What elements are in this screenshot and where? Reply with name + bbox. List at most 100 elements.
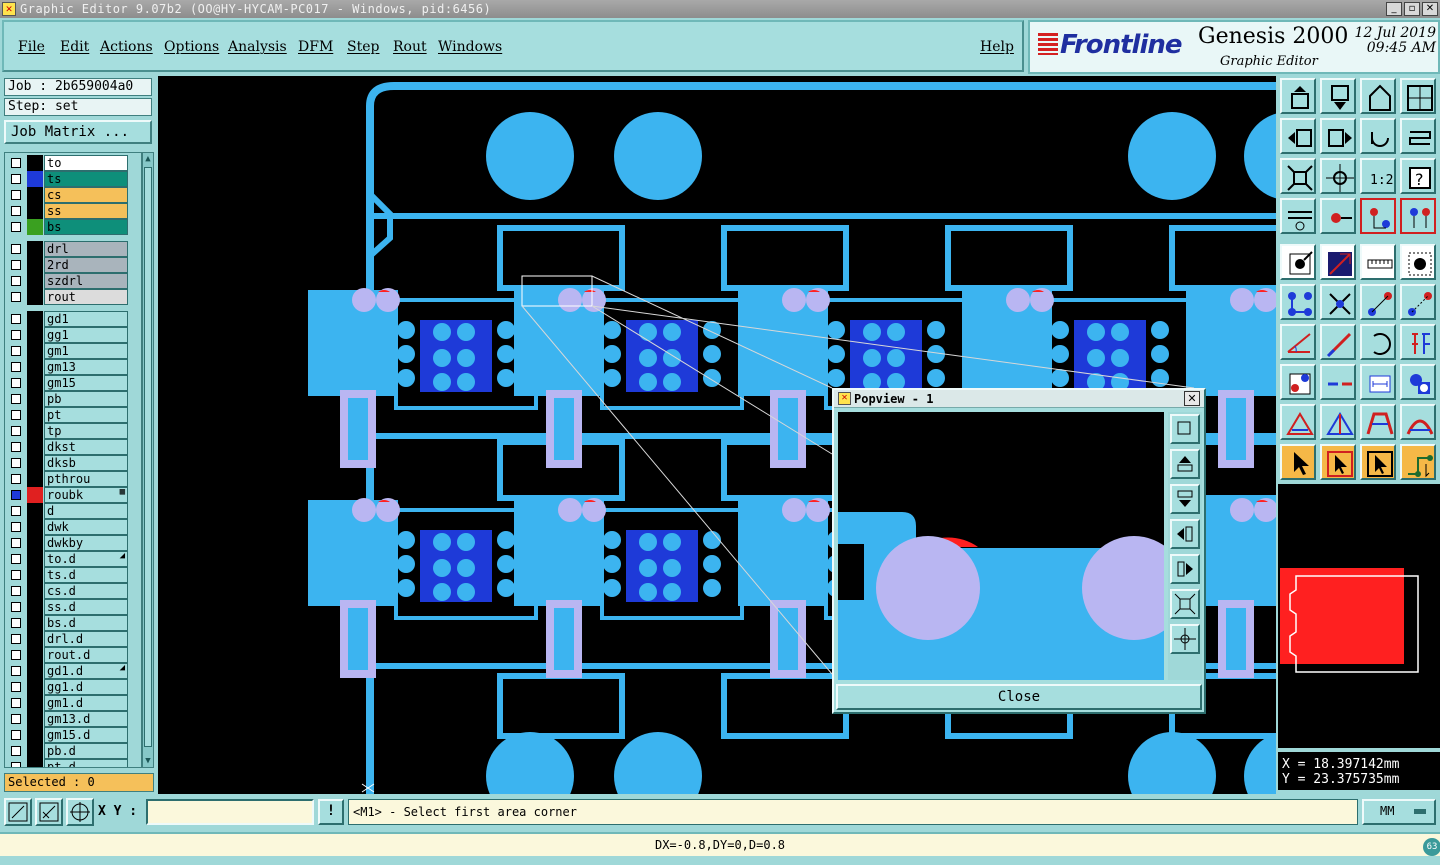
popview-titlebar[interactable]: ✕ Popview - 1 ✕ <box>834 390 1204 408</box>
layer-row-pt[interactable]: pt <box>7 407 128 423</box>
layer-color-swatch[interactable] <box>27 187 43 203</box>
layer-name[interactable]: tp <box>44 423 128 439</box>
layer-checkbox[interactable] <box>11 618 21 628</box>
layer-row-pthrou[interactable]: pthrou <box>7 471 128 487</box>
group-icon[interactable] <box>1400 364 1436 400</box>
settings-tools-icon[interactable] <box>1280 198 1316 234</box>
layer-row-2rd[interactable]: 2rd <box>7 257 128 273</box>
menu-edit[interactable]: Edit <box>60 39 89 55</box>
layer-checkbox[interactable] <box>11 394 21 404</box>
layer-row-bs[interactable]: bs <box>7 219 128 235</box>
menu-windows[interactable]: Windows <box>438 39 502 55</box>
layer-name[interactable]: dkst <box>44 439 128 455</box>
layer-color-swatch[interactable] <box>27 289 43 305</box>
warning-button[interactable]: ! <box>318 799 344 825</box>
layer-checkbox[interactable] <box>11 474 21 484</box>
zoom-fit-icon[interactable] <box>1280 158 1316 194</box>
layer-checkbox[interactable] <box>11 174 21 184</box>
layer-row-ts[interactable]: ts <box>7 171 128 187</box>
layer-checkbox[interactable] <box>11 570 21 580</box>
pad-add-icon[interactable] <box>1280 244 1316 280</box>
layer-row-rout[interactable]: rout <box>7 289 128 305</box>
layer-color-swatch[interactable] <box>27 647 43 663</box>
layer-color-swatch[interactable] <box>27 599 43 615</box>
layer-row-dwkby[interactable]: dwkby <box>7 535 128 551</box>
layer-scrollbar[interactable]: ▲ ▼ <box>142 152 154 768</box>
line-draw-icon[interactable] <box>1320 324 1356 360</box>
layer-color-swatch[interactable] <box>27 503 43 519</box>
connect-2-icon[interactable] <box>1400 284 1436 320</box>
layer-name[interactable]: gd1.d <box>44 663 128 679</box>
layer-row-gg1-d[interactable]: gg1.d <box>7 679 128 695</box>
layer-row-to-d[interactable]: to.d ◢ <box>7 551 128 567</box>
layer-checkbox[interactable] <box>11 410 21 420</box>
layer-name[interactable]: to.d <box>44 551 128 567</box>
pan-left-icon[interactable] <box>1280 118 1316 154</box>
xy-input[interactable] <box>146 799 314 825</box>
layer-checkbox[interactable] <box>11 522 21 532</box>
layer-checkbox[interactable] <box>11 554 21 564</box>
layer-name[interactable]: ss <box>44 203 128 219</box>
pointer-box-2-icon[interactable] <box>1360 444 1396 480</box>
popview-pan-right-icon[interactable] <box>1170 554 1200 584</box>
layer-name[interactable]: gm15 <box>44 375 128 391</box>
layer-name[interactable]: ss.d <box>44 599 128 615</box>
window-split-icon[interactable] <box>1400 78 1436 114</box>
layer-name[interactable]: gd1 <box>44 311 128 327</box>
layer-row-gd1[interactable]: gd1 <box>7 311 128 327</box>
layer-row-cs-d[interactable]: cs.d <box>7 583 128 599</box>
layer-name[interactable]: drl <box>44 241 128 257</box>
layer-row-ts-d[interactable]: ts.d <box>7 567 128 583</box>
layer-checkbox[interactable] <box>11 206 21 216</box>
layer-row-gm15-d[interactable]: gm15.d <box>7 727 128 743</box>
popview-home-icon[interactable] <box>1170 624 1200 654</box>
layer-row-drl[interactable]: drl <box>7 241 128 257</box>
zoom-area-icon[interactable] <box>4 798 32 826</box>
layer-row-gm13[interactable]: gm13 <box>7 359 128 375</box>
menu-actions[interactable]: Actions <box>100 39 153 55</box>
layer-color-swatch[interactable] <box>27 257 43 273</box>
feature-select-icon[interactable] <box>1320 198 1356 234</box>
scroll-up-icon[interactable]: ▲ <box>143 153 153 165</box>
units-select[interactable]: MM <box>1362 799 1436 825</box>
layer-name[interactable]: gm1.d <box>44 695 128 711</box>
layer-color-swatch[interactable] <box>27 583 43 599</box>
layer-color-swatch[interactable] <box>27 471 43 487</box>
layer-name[interactable]: 2rd <box>44 257 128 273</box>
layer-color-swatch[interactable] <box>27 311 43 327</box>
maximize-button[interactable]: ▫ <box>1404 2 1420 16</box>
layer-checkbox[interactable] <box>11 602 21 612</box>
layer-row-gm15[interactable]: gm15 <box>7 375 128 391</box>
layer-checkbox[interactable] <box>11 762 21 767</box>
triangle-icon[interactable] <box>1280 404 1316 440</box>
layer-row-gm13-d[interactable]: gm13.d <box>7 711 128 727</box>
layer-name[interactable]: dwkby <box>44 535 128 551</box>
pointer-icon[interactable] <box>1280 444 1316 480</box>
layer-color-swatch[interactable] <box>27 519 43 535</box>
layer-checkbox[interactable] <box>11 244 21 254</box>
layer-name[interactable]: gm1 <box>44 343 128 359</box>
layer-name[interactable]: bs.d <box>44 615 128 631</box>
layer-name[interactable]: dwk <box>44 519 128 535</box>
layer-name[interactable]: roubk <box>44 487 128 503</box>
dimension-icon[interactable] <box>1360 364 1396 400</box>
layer-name[interactable]: d <box>44 503 128 519</box>
text-icon[interactable] <box>1400 324 1436 360</box>
layer-color-swatch[interactable] <box>27 759 43 767</box>
job-matrix-button[interactable]: Job Matrix ... <box>4 120 152 144</box>
layer-checkbox[interactable] <box>11 650 21 660</box>
zoom-center-icon[interactable] <box>1320 158 1356 194</box>
layer-name[interactable]: cs <box>44 187 128 203</box>
layer-checkbox[interactable] <box>11 682 21 692</box>
net-compare-2-icon[interactable] <box>1400 198 1436 234</box>
snap-icon[interactable] <box>1280 364 1316 400</box>
layer-name[interactable]: pb <box>44 391 128 407</box>
layer-row-dkst[interactable]: dkst <box>7 439 128 455</box>
layer-color-swatch[interactable] <box>27 711 43 727</box>
layer-name[interactable]: gm15.d <box>44 727 128 743</box>
path-edit-icon[interactable] <box>1400 444 1436 480</box>
layer-row-d[interactable]: d <box>7 503 128 519</box>
pan-down-icon[interactable] <box>1320 78 1356 114</box>
popview-pan-down-icon[interactable] <box>1170 484 1200 514</box>
layer-color-swatch[interactable] <box>27 343 43 359</box>
